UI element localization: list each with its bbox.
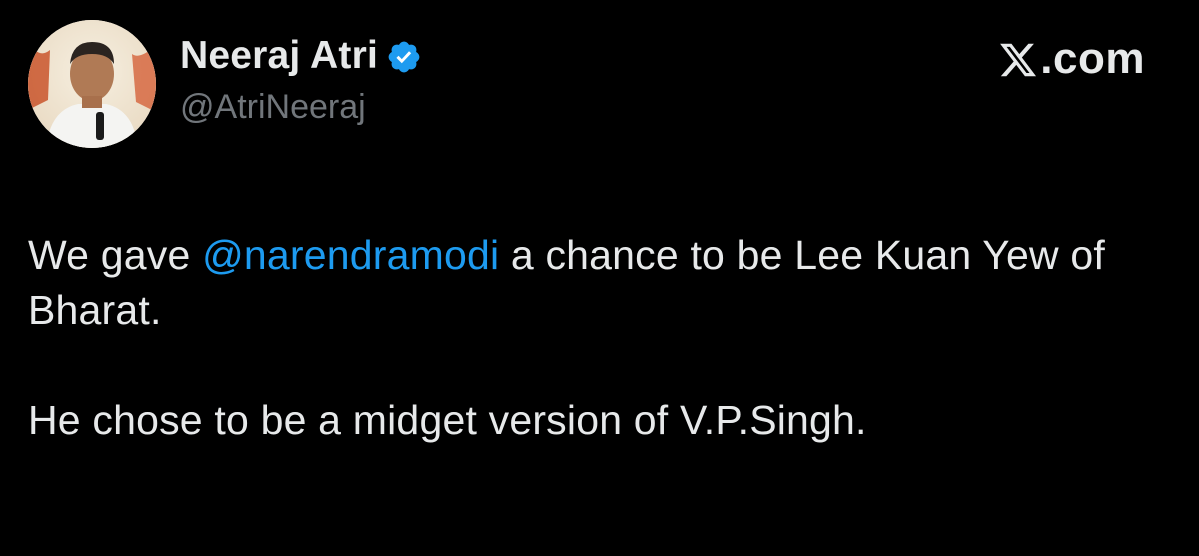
avatar[interactable] — [28, 20, 156, 148]
avatar-photo — [28, 20, 156, 148]
brand-logo[interactable]: .com — [998, 34, 1145, 84]
display-name[interactable]: Neeraj Atri — [180, 34, 378, 78]
handle[interactable]: @AtriNeeraj — [180, 88, 422, 127]
tweet-text: We gave @narendramodi a chance to be Lee… — [28, 228, 1168, 448]
tweet-header: Neeraj Atri @AtriNeeraj .com — [28, 20, 1145, 150]
tweet-text-segment: We gave — [28, 232, 203, 278]
x-logo-icon — [1000, 43, 1037, 77]
tweet-paragraph-1: We gave @narendramodi a chance to be Lee… — [28, 228, 1168, 338]
tweet-paragraph-2: He chose to be a midget version of V.P.S… — [28, 397, 867, 443]
verified-badge-icon — [388, 41, 420, 73]
brand-domain: .com — [1040, 34, 1145, 83]
mention-link[interactable]: @narendramodi — [202, 232, 499, 278]
